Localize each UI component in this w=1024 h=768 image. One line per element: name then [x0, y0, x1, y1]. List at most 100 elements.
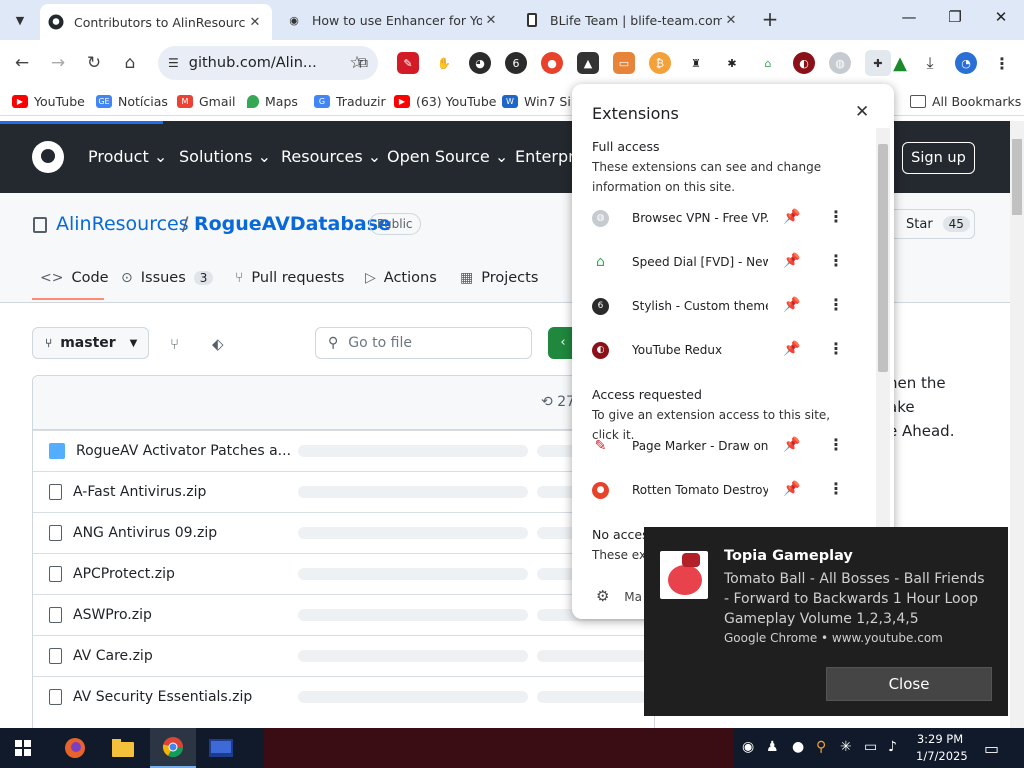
tray-app-icon[interactable]: ♟ [766, 739, 779, 755]
branch-select[interactable]: ⑂ master ▼ [32, 327, 149, 359]
bookmark-gmail[interactable]: M Gmail [177, 92, 235, 110]
close-icon[interactable]: ✕ [855, 102, 869, 122]
tab-code[interactable]: <> Code [40, 270, 109, 286]
tab-pull-requests[interactable]: ⑂ Pull requests [235, 270, 344, 286]
sign-up-button[interactable]: Sign up [902, 142, 975, 174]
speed-dial-toolbar-icon[interactable]: ⌂ [757, 52, 779, 74]
dark-toolbar-icon[interactable]: ▲ [577, 52, 599, 74]
orange-toolbar-icon[interactable]: ▭ [613, 52, 635, 74]
nav-resources[interactable]: Resources ⌄ [281, 147, 381, 166]
bookmark-noticias[interactable]: GE Notícias [96, 92, 168, 110]
extension-row-browsec[interactable]: ◍ Browsec VPN - Free VP... 📌 ⋮ [592, 203, 852, 233]
scrollbar-thumb[interactable] [878, 144, 888, 372]
bookmark-star-icon[interactable]: ☆ [344, 50, 370, 76]
tab-issues[interactable]: ⊙ Issues 3 [121, 270, 214, 286]
tab-actions[interactable]: ▷ Actions [365, 270, 437, 286]
tags-icon[interactable]: ⬖ [212, 335, 224, 353]
tab-contributors[interactable]: Contributors to AlinResources/Ro ✕ [40, 4, 272, 40]
start-button[interactable] [0, 728, 46, 768]
pin-icon[interactable]: 📌 [783, 437, 800, 453]
more-icon[interactable]: ⋮ [828, 479, 844, 498]
bookmark-youtube[interactable]: ▶ YouTube [12, 92, 85, 110]
file-name[interactable]: A-Fast Antivirus.zip [73, 484, 206, 500]
hand-toolbar-icon[interactable]: ✋ [433, 52, 455, 74]
firefox-icon[interactable] [52, 728, 98, 768]
extension-row-speed-dial[interactable]: ⌂ Speed Dial [FVD] - New... 📌 ⋮ [592, 247, 852, 277]
bookmark-win7[interactable]: W Win7 Sim [502, 92, 583, 110]
home-button[interactable]: ⌂ [117, 50, 143, 76]
maximize-button[interactable]: ❐ [940, 8, 970, 32]
pin-icon[interactable]: 📌 [783, 209, 800, 225]
back-button[interactable]: ← [9, 50, 35, 76]
file-row[interactable]: A-Fast Antivirus.zip [33, 471, 654, 512]
youtube-redux-toolbar-icon[interactable]: ◐ [793, 52, 815, 74]
manage-extensions[interactable]: ⚙ Ma [596, 587, 642, 605]
file-name[interactable]: RogueAV Activator Patches a... [76, 443, 291, 459]
tab-projects[interactable]: ▦ Projects [460, 270, 538, 286]
window-close-button[interactable]: ✕ [986, 8, 1016, 32]
extension-row-page-marker[interactable]: ✎ Page Marker - Draw on... 📌 ⋮ [592, 431, 852, 461]
pin-icon[interactable]: 📌 [783, 341, 800, 357]
repo-name-link[interactable]: RogueAVDatabase [194, 213, 391, 235]
tab-enhancer[interactable]: ◉ How to use Enhancer for YouTube ✕ [278, 4, 508, 36]
file-row[interactable]: APCProtect.zip [33, 553, 654, 594]
taskbar-clock[interactable]: 3:29 PM 1/7/2025 [916, 731, 968, 765]
cat-toolbar-icon[interactable]: ◕ [469, 52, 491, 74]
forward-button[interactable]: → [45, 50, 71, 76]
file-name[interactable]: ASWPro.zip [73, 607, 152, 623]
go-to-file-input[interactable]: ⚲ Go to file [315, 327, 532, 359]
tomato-toolbar-icon[interactable]: ● [541, 52, 563, 74]
more-icon[interactable]: ⋮ [828, 435, 844, 454]
globe-toolbar-icon[interactable]: ◍ [829, 52, 851, 74]
file-explorer-icon[interactable] [100, 728, 146, 768]
file-row[interactable]: AV Security Essentials.zip [33, 676, 654, 717]
bookmark-traduzir[interactable]: G Traduzir [314, 92, 386, 110]
minimize-button[interactable]: — [894, 8, 924, 32]
new-tab-button[interactable]: + [758, 8, 782, 32]
history-count[interactable]: ⟲ 27 [541, 394, 575, 410]
extension-row-youtube-redux[interactable]: ◐ YouTube Redux 📌 ⋮ [592, 335, 852, 365]
more-icon[interactable]: ⋮ [828, 207, 844, 226]
file-row[interactable]: ASWPro.zip [33, 594, 654, 635]
nav-enterprise[interactable]: Enterpri [515, 147, 579, 166]
scrollbar-thumb[interactable] [1012, 139, 1022, 215]
extension-row-rotten-tomato[interactable]: ● Rotten Tomato Destroyer 📌 ⋮ [592, 475, 852, 505]
more-icon[interactable]: ⋮ [828, 251, 844, 270]
nav-product[interactable]: Product ⌄ [88, 147, 167, 166]
extension-row-stylish[interactable]: 6 Stylish - Custom theme... 📌 ⋮ [592, 291, 852, 321]
page-scrollbar[interactable] [1010, 121, 1024, 728]
file-name[interactable]: APCProtect.zip [73, 566, 175, 582]
tray-drop-icon[interactable]: ● [792, 739, 804, 755]
more-icon[interactable]: ⋮ [828, 339, 844, 358]
volume-icon[interactable]: ♪ [888, 739, 897, 755]
tab-close-icon[interactable]: ✕ [722, 13, 740, 28]
download-icon[interactable]: ⤓ [919, 52, 941, 74]
all-bookmarks[interactable]: All Bookmarks [910, 92, 1021, 110]
branches-icon[interactable]: ⑂ [170, 335, 179, 353]
tab-blife[interactable]: BLife Team | blife-team.com ✕ [516, 4, 748, 36]
file-row[interactable]: AV Care.zip [33, 635, 654, 676]
extensions-puzzle-icon[interactable]: ✚ [865, 50, 891, 76]
tab-close-icon[interactable]: ✕ [246, 15, 264, 30]
file-name[interactable]: AV Care.zip [73, 648, 153, 664]
pin-icon[interactable]: 📌 [783, 253, 800, 269]
tray-spark-icon[interactable]: ✳ [840, 739, 852, 755]
notification-close-button[interactable]: Close [826, 667, 992, 701]
nav-solutions[interactable]: Solutions ⌄ [179, 147, 271, 166]
bitcoin-toolbar-icon[interactable]: ₿ [649, 52, 671, 74]
nav-open-source[interactable]: Open Source ⌄ [387, 147, 508, 166]
repo-owner-link[interactable]: AlinResources [56, 213, 189, 235]
desktop-app-icon[interactable] [198, 728, 244, 768]
star-button[interactable]: Star 45 [883, 209, 975, 239]
site-info-icon[interactable]: ☰ [168, 56, 179, 70]
bug-toolbar-icon[interactable]: ✱ [721, 52, 743, 74]
file-row[interactable]: RogueAV Activator Patches a... [33, 430, 654, 471]
github-logo-icon[interactable] [32, 141, 64, 173]
network-icon[interactable]: ▭ [864, 739, 877, 755]
stylish-toolbar-icon[interactable]: 6 [505, 52, 527, 74]
profile-avatar[interactable]: ◔ [955, 52, 977, 74]
reload-button[interactable]: ↻ [81, 50, 107, 76]
bookmark-maps[interactable]: Maps [247, 92, 298, 110]
chrome-taskbar-icon[interactable] [150, 728, 196, 768]
notifications-icon[interactable]: ▭ [984, 739, 999, 758]
